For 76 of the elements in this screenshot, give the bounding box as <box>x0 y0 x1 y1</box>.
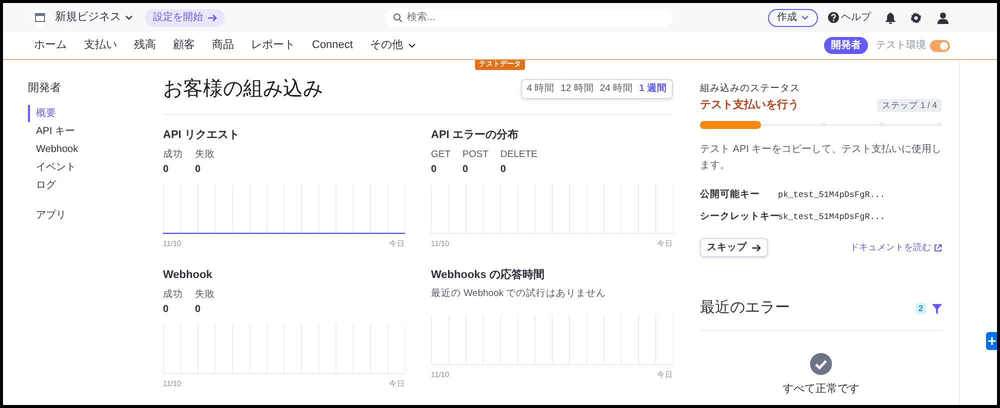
developer-mode-badge[interactable]: 開発者 <box>824 37 868 54</box>
stat-value: 0 <box>500 162 507 177</box>
step-description: テスト API キーをコピーして、テスト支払いに使用します。 <box>700 142 942 173</box>
sidebar-title: 開発者 <box>28 81 62 96</box>
nav-item[interactable]: 支払い <box>84 37 117 54</box>
nav-item[interactable]: レポート <box>251 37 295 54</box>
stat-label: 失敗 <box>195 148 215 162</box>
time-range-option[interactable]: 12 時間 <box>560 82 594 96</box>
notification-bell-icon[interactable] <box>885 12 896 24</box>
section-title: 最近のエラー <box>700 298 790 318</box>
stat-label: 成功 <box>163 148 183 162</box>
empty-state-title: すべて正常です <box>782 382 860 397</box>
sidebar-item[interactable]: イベント <box>28 158 163 176</box>
panel-title: API リクエスト <box>163 128 240 143</box>
external-link-icon <box>934 244 942 252</box>
test-mode-label: テスト環境 <box>876 38 926 53</box>
key-label: 公開可能キー <box>700 188 761 202</box>
arrow-right-icon <box>208 14 217 22</box>
store-icon <box>31 8 49 26</box>
stat-value: 0 <box>431 162 438 177</box>
time-range-option[interactable]: 1 週間 <box>639 82 667 96</box>
stat-label: 成功 <box>163 288 183 302</box>
key-label: シークレットキー <box>700 210 778 224</box>
panel-title: Webhook <box>163 268 214 283</box>
task-title: テスト支払いを行う <box>700 98 799 114</box>
nav-item[interactable]: その他 <box>370 37 416 54</box>
sidebar-item[interactable]: アプリ <box>28 206 163 224</box>
stat-value: 0 <box>462 162 470 177</box>
stat-value: 0 <box>195 162 202 177</box>
chevron-down-icon <box>408 43 416 48</box>
step-badge: ステップ 1 / 4 <box>877 99 942 112</box>
stat-label: DELETE <box>500 148 538 162</box>
docs-link[interactable]: ドキュメントを読む <box>850 241 942 254</box>
nav-item[interactable]: 商品 <box>212 37 234 54</box>
test-mode-toggle[interactable] <box>930 40 950 52</box>
setup-button[interactable]: 設定を開始 <box>145 8 225 26</box>
skip-button[interactable]: スキップ <box>700 238 768 258</box>
nav-item[interactable]: Connect <box>312 37 353 54</box>
sidebar-item[interactable]: API キー <box>28 122 163 140</box>
page-title: お客様の組み込み <box>163 77 323 102</box>
account-switcher[interactable]: 新規ビジネス <box>55 9 133 26</box>
filter-icon[interactable] <box>932 304 942 314</box>
nav-item[interactable]: ホーム <box>34 37 67 54</box>
stat-value: 0 <box>163 302 170 317</box>
stat-label: GET <box>431 148 451 162</box>
panel-title: Webhooks の応答時間 <box>431 268 546 283</box>
chevron-down-icon <box>125 15 133 20</box>
sidebar-item[interactable]: ログ <box>28 176 163 194</box>
user-icon[interactable] <box>937 12 949 24</box>
search-field[interactable]: 検索... <box>385 8 673 26</box>
api-key-value[interactable]: pk_test_51M4pDsFgR... <box>778 188 886 202</box>
arrow-right-icon <box>752 244 761 252</box>
stat-value: 0 <box>163 162 170 177</box>
chevron-down-icon <box>801 15 809 20</box>
time-range-option[interactable]: 4 時間 <box>526 82 555 96</box>
plus-icon <box>988 337 996 345</box>
stat-label: 失敗 <box>195 288 215 302</box>
api-key-value[interactable]: sk_test_51M4pDsFgR... <box>778 210 886 224</box>
nav-item[interactable]: 残高 <box>134 37 156 54</box>
create-button[interactable]: 作成 <box>768 8 818 26</box>
empty-note: 最近の Webhook での試行はありません <box>431 286 608 300</box>
sidebar-item[interactable]: Webhook <box>28 140 163 158</box>
error-count-badge: 2 <box>916 303 926 314</box>
search-icon <box>393 12 403 22</box>
stat-value: 0 <box>195 302 202 317</box>
add-button[interactable] <box>986 332 997 350</box>
checkmark-icon <box>810 352 832 375</box>
sidebar-item[interactable]: 概要 <box>28 104 163 122</box>
help-icon <box>828 12 839 23</box>
stat-label: POST <box>462 148 488 162</box>
help-button[interactable]: ヘルプ <box>828 10 871 25</box>
settings-icon[interactable] <box>910 12 922 24</box>
integration-status-label: 組み込みのステータス <box>700 82 801 96</box>
nav-item[interactable]: 顧客 <box>173 37 195 54</box>
time-range-option[interactable]: 24 時間 <box>600 82 634 96</box>
panel-title: API エラーの分布 <box>431 128 520 143</box>
